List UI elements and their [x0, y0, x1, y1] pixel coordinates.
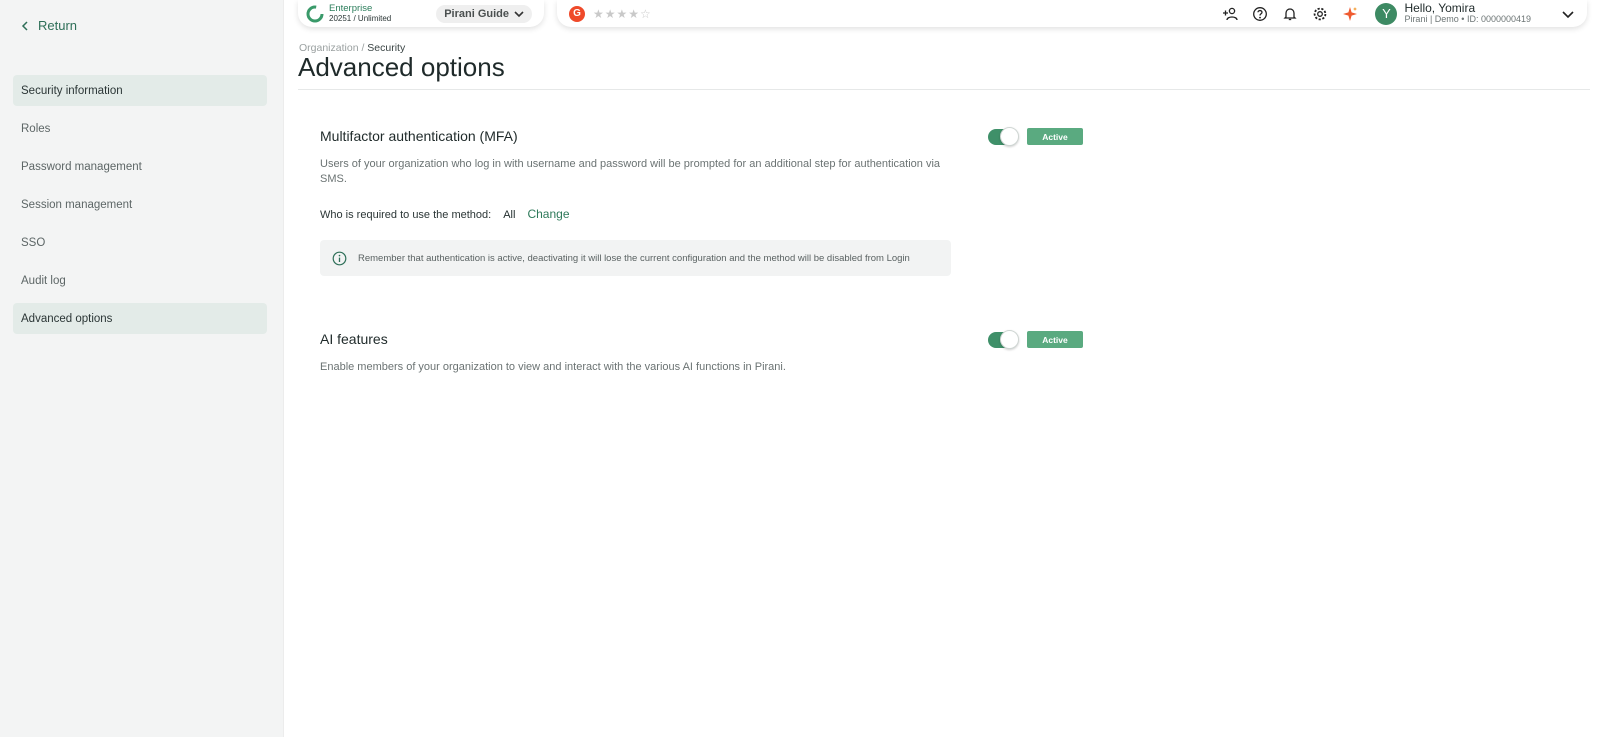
plan-name: Enterprise: [329, 2, 373, 14]
pirani-guide-dropdown[interactable]: Pirani Guide: [436, 4, 532, 23]
sidebar-item-label: SSO: [21, 236, 46, 249]
mfa-title: Multifactor authentication (MFA): [320, 128, 518, 144]
mfa-notice: Remember that authentication is active, …: [320, 240, 951, 276]
ai-toggle[interactable]: [988, 330, 1019, 349]
method-value: All: [503, 209, 516, 221]
pirani-logo-icon: [306, 5, 324, 22]
bell-icon[interactable]: [1281, 5, 1299, 23]
gear-icon[interactable]: [1311, 5, 1329, 23]
sidebar: Return Security information Roles Passwo…: [0, 0, 284, 737]
sidebar-item-password-management[interactable]: Password management: [13, 151, 267, 182]
g2-logo-icon[interactable]: G: [569, 5, 585, 22]
rating-stars[interactable]: ★★★★☆: [593, 7, 652, 21]
plan-sub: 20251 / Unlimited: [329, 13, 392, 23]
method-label: Who is required to use the method:: [320, 209, 492, 221]
sidebar-item-label: Session management: [21, 198, 133, 211]
help-icon[interactable]: [1251, 5, 1269, 23]
sidebar-item-label: Security information: [21, 84, 123, 97]
sidebar-item-advanced-options[interactable]: Advanced options: [13, 303, 267, 334]
sidebar-item-roles[interactable]: Roles: [13, 113, 267, 144]
toggle-knob: [1000, 330, 1019, 349]
sidebar-item-label: Advanced options: [21, 312, 113, 325]
change-link[interactable]: Change: [527, 207, 569, 221]
chevron-left-icon: [21, 20, 28, 31]
ai-status-badge: Active: [1027, 331, 1083, 348]
return-label: Return: [38, 18, 78, 33]
sidebar-item-label: Audit log: [21, 274, 66, 287]
chevron-down-icon: [514, 10, 524, 17]
guide-label: Pirani Guide: [444, 7, 509, 20]
sidebar-item-label: Roles: [21, 122, 51, 135]
user-greeting: Hello, Yomira: [1404, 0, 1476, 15]
user-meta: Pirani | Demo • ID: 0000000419: [1404, 13, 1531, 24]
sidebar-nav: Security information Roles Password mana…: [13, 75, 267, 341]
avatar[interactable]: Y: [1375, 2, 1398, 25]
sidebar-item-sso[interactable]: SSO: [13, 227, 267, 258]
mfa-description: Users of your organization who log in wi…: [320, 158, 941, 185]
ai-description: Enable members of your organization to v…: [320, 361, 786, 373]
ai-title: AI features: [320, 331, 388, 347]
method-row: Who is required to use the method: All C…: [320, 207, 570, 221]
notice-text: Remember that authentication is active, …: [358, 252, 910, 264]
top-bar: G ★★★★☆ Y Hello, Yomira Pirani | Demo • …: [557, 0, 1587, 27]
mfa-toggle[interactable]: [988, 127, 1019, 146]
plan-bar: Enterprise 20251 / Unlimited Pirani Guid…: [298, 0, 544, 27]
sidebar-item-session-management[interactable]: Session management: [13, 189, 267, 220]
info-icon: [332, 251, 347, 265]
sidebar-item-label: Password management: [21, 160, 142, 173]
sparkle-icon[interactable]: [1341, 5, 1359, 23]
toggle-knob: [1000, 127, 1019, 146]
add-user-icon[interactable]: [1221, 5, 1239, 23]
plan-info: Enterprise 20251 / Unlimited: [329, 2, 392, 24]
page-title: Advanced options: [298, 52, 505, 82]
chevron-down-icon[interactable]: [1561, 7, 1575, 21]
divider: [298, 89, 1590, 90]
return-link[interactable]: Return: [20, 18, 77, 33]
top-icons: Y: [1221, 2, 1398, 25]
mfa-status-badge: Active: [1027, 128, 1083, 145]
sidebar-item-audit-log[interactable]: Audit log: [13, 265, 267, 296]
user-info[interactable]: Hello, Yomira Pirani | Demo • ID: 000000…: [1404, 0, 1531, 25]
sidebar-item-security-information[interactable]: Security information: [13, 75, 267, 106]
